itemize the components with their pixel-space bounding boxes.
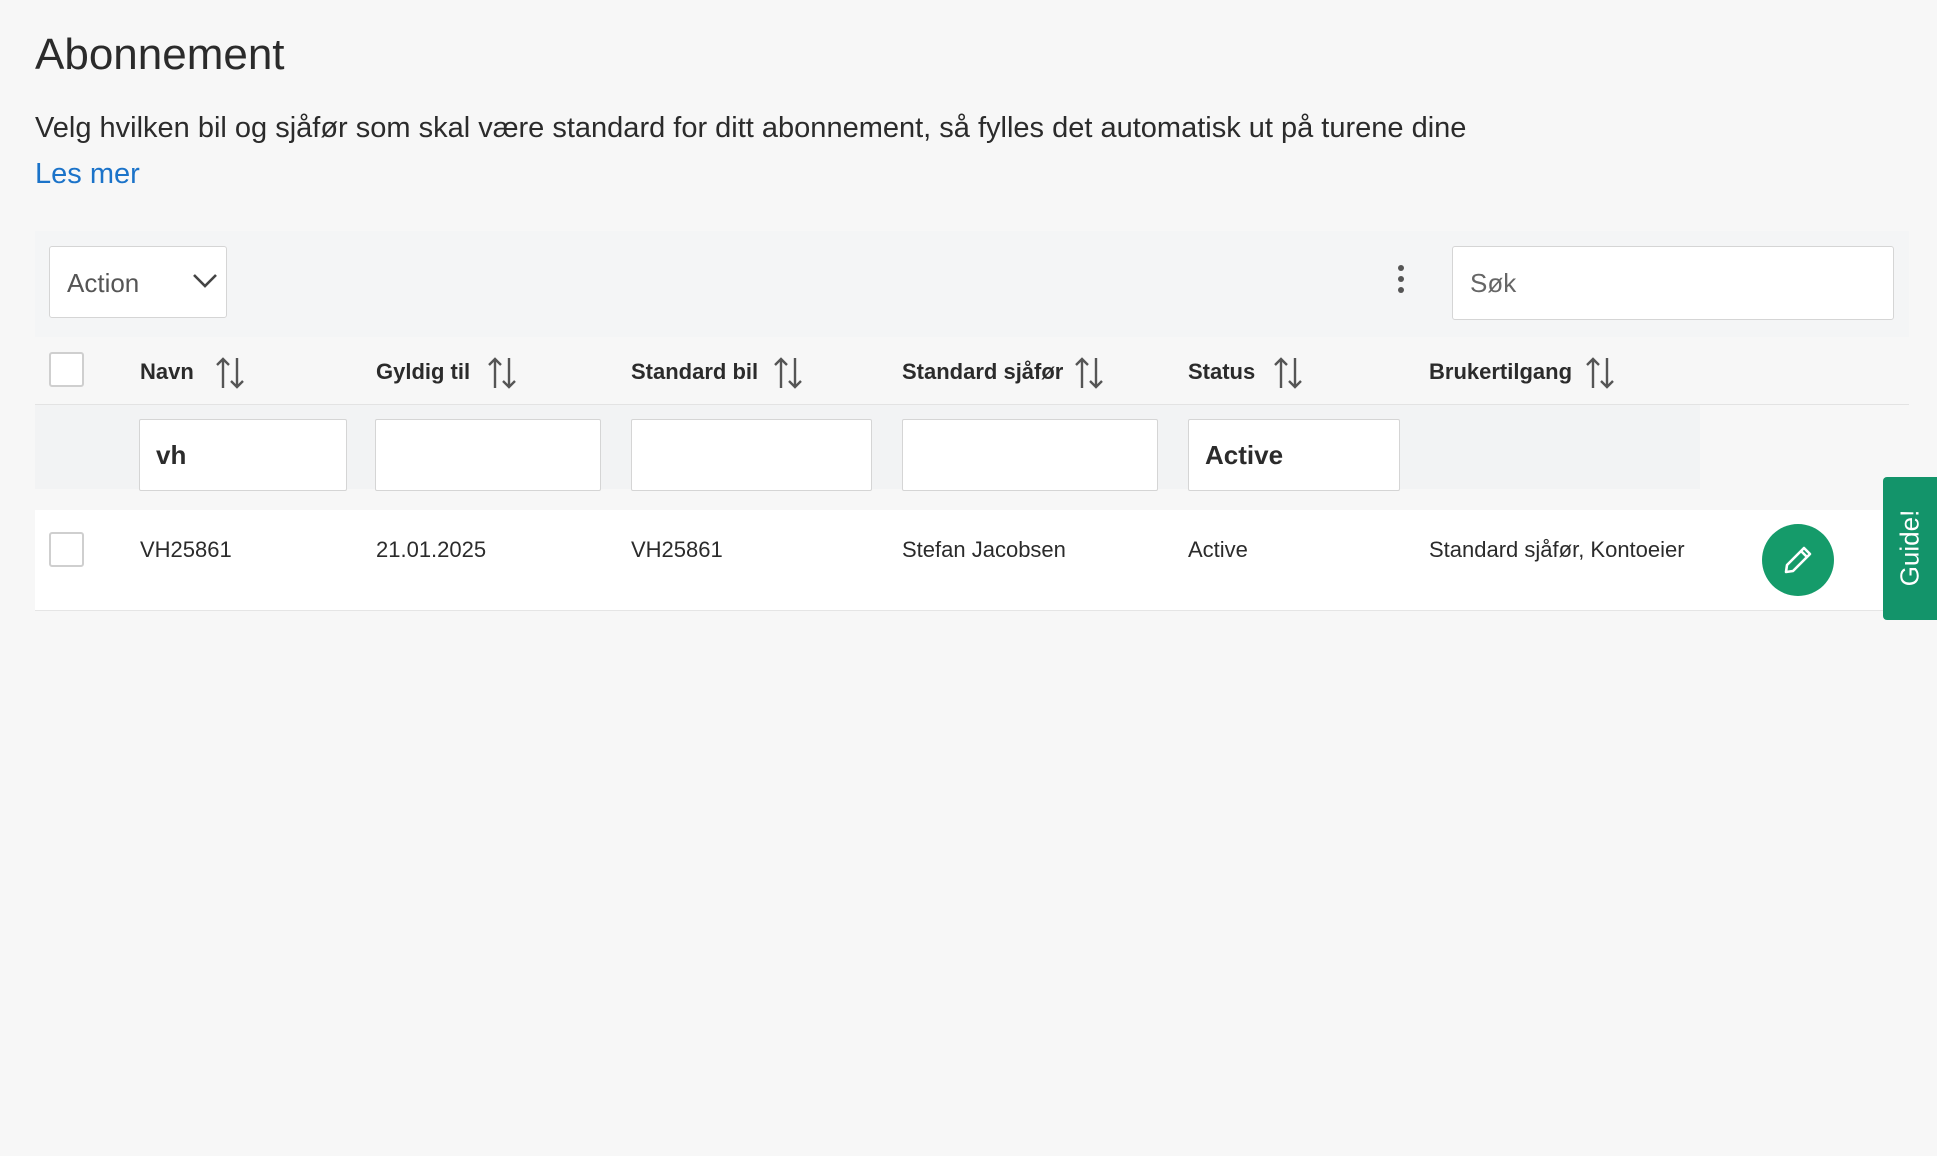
column-header-navn[interactable]: Navn <box>140 359 194 385</box>
pencil-icon <box>1784 546 1812 574</box>
filter-standard-bil-input[interactable] <box>631 419 872 491</box>
kebab-menu-icon[interactable] <box>1392 265 1410 301</box>
column-header-brukertilgang[interactable]: Brukertilgang <box>1429 359 1572 385</box>
table-header: Navn Gyldig til Standard bil Standard sj… <box>35 337 1909 405</box>
sort-icon[interactable] <box>486 355 518 391</box>
cell-standard-bil: VH25861 <box>631 537 723 562</box>
cell-gyldig-til: 21.01.2025 <box>376 537 487 562</box>
search-input[interactable] <box>1452 246 1894 320</box>
page-description: Velg hvilken bil og sjåfør som skal være… <box>35 112 1467 144</box>
guide-tab[interactable]: Guide! <box>1883 477 1937 620</box>
column-header-gyldig-til[interactable]: Gyldig til <box>376 359 470 385</box>
sort-icon[interactable] <box>214 355 246 391</box>
filter-navn-input[interactable] <box>139 419 347 491</box>
guide-label: Guide! <box>1894 509 1925 587</box>
sort-icon[interactable] <box>1272 355 1304 391</box>
action-dropdown[interactable]: Action <box>49 246 227 318</box>
table-row[interactable]: VH25861 21.01.2025 VH25861 Stefan Jacobs… <box>35 510 1909 611</box>
cell-navn: VH25861 <box>140 537 232 562</box>
edit-button[interactable] <box>1762 524 1834 596</box>
sort-icon[interactable] <box>1073 355 1105 391</box>
read-more-link[interactable]: Les mer <box>35 158 140 191</box>
column-header-status[interactable]: Status <box>1188 359 1255 385</box>
filter-status-input[interactable] <box>1188 419 1400 491</box>
chevron-down-icon <box>193 274 217 288</box>
page-title: Abonnement <box>35 30 285 79</box>
row-checkbox[interactable] <box>49 532 84 567</box>
column-header-standard-sjafor[interactable]: Standard sjåfør <box>902 359 1063 385</box>
filter-row <box>35 405 1700 491</box>
column-header-standard-bil[interactable]: Standard bil <box>631 359 758 385</box>
grid-toolbar: Action <box>35 231 1909 337</box>
filter-standard-sjafor-input[interactable] <box>902 419 1158 491</box>
sort-icon[interactable] <box>772 355 804 391</box>
cell-brukertilgang: Standard sjåfør, Kontoeier <box>1429 537 1685 562</box>
action-dropdown-label: Action <box>67 268 140 298</box>
filter-gyldig-til-input[interactable] <box>375 419 601 491</box>
cell-standard-sjafor: Stefan Jacobsen <box>902 537 1066 562</box>
select-all-checkbox[interactable] <box>49 352 84 387</box>
subscription-grid: Action Navn Gyldig til Standard bil Stan… <box>35 231 1909 611</box>
sort-icon[interactable] <box>1584 355 1616 391</box>
cell-status: Active <box>1188 537 1248 562</box>
